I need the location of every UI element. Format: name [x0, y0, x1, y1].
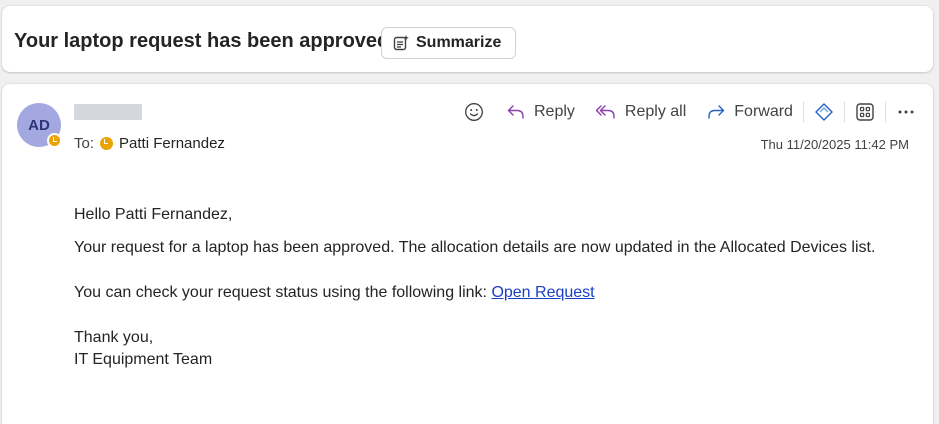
reply-icon [506, 103, 526, 121]
summarize-icon [392, 34, 410, 52]
reply-button[interactable]: Reply [506, 98, 575, 126]
loop-icon [814, 102, 834, 122]
forward-label: Forward [734, 103, 793, 120]
body-paragraph-link-line: You can check your request status using … [74, 282, 904, 304]
more-actions-button[interactable] [896, 98, 916, 126]
toolbar-divider [843, 101, 845, 123]
recipient-name[interactable]: Patti Fernandez [119, 135, 225, 152]
message-toolbar: Reply Reply all Forward [464, 98, 916, 126]
message-body: Hello Patti Fernandez, Your request for … [74, 204, 904, 371]
toolbar-divider [884, 101, 886, 123]
reply-label: Reply [534, 103, 575, 120]
signature: IT Equipment Team [74, 351, 213, 368]
more-icon [896, 102, 916, 122]
message-card: AD Reply Reply all Forward To: Patti Fer… [2, 84, 933, 424]
forward-button[interactable]: Forward [706, 98, 793, 126]
summarize-button[interactable]: Summarize [381, 27, 516, 59]
loop-button[interactable] [814, 98, 834, 126]
body-paragraph: Your request for a laptop has been appro… [74, 239, 876, 256]
to-label: To: [74, 135, 95, 152]
emoji-reaction-button[interactable] [464, 98, 484, 126]
greeting: Hello Patti Fernandez, [74, 206, 233, 223]
apps-icon [855, 102, 875, 122]
apps-button[interactable] [855, 98, 875, 126]
recipient-presence-icon [100, 137, 114, 150]
emoji-icon [464, 102, 484, 122]
email-subject: Your laptop request has been approved [14, 30, 390, 52]
toolbar-divider [802, 101, 804, 123]
closing: Thank you, [74, 329, 154, 346]
reply-all-button[interactable]: Reply all [595, 98, 686, 126]
message-timestamp: Thu 11/20/2025 11:42 PM [760, 137, 909, 152]
summarize-label: Summarize [416, 34, 502, 51]
reply-all-icon [595, 103, 617, 121]
sender-name-redacted[interactable] [74, 104, 142, 120]
link-prefix: You can check your request status using … [74, 284, 492, 301]
subject-header: Your laptop request has been approved Su… [2, 6, 933, 72]
reply-all-label: Reply all [624, 103, 687, 120]
open-request-link[interactable]: Open Request [491, 284, 594, 301]
forward-icon [706, 103, 726, 121]
presence-away-icon [47, 133, 62, 148]
recipients-line: To: Patti Fernandez [74, 135, 225, 152]
